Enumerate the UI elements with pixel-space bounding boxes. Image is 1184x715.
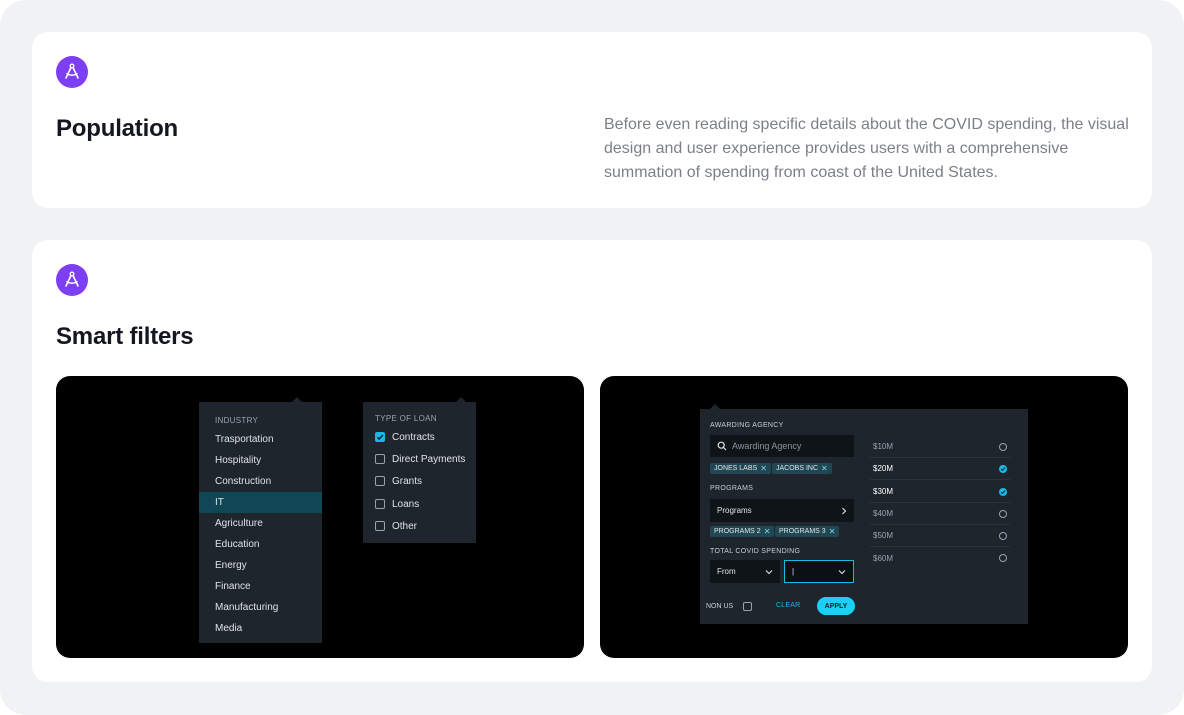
- non-us-toggle[interactable]: NON US: [706, 602, 759, 611]
- description-text: Before even reading specific details abo…: [604, 116, 1129, 181]
- industry-heading: INDUSTRY: [215, 416, 259, 425]
- loan-option-contracts[interactable]: Contracts: [375, 430, 435, 444]
- tag-label: PROGRAMS 3: [779, 528, 826, 535]
- loan-option-grants[interactable]: Grants: [375, 474, 422, 488]
- tag-label: JACOBS INC: [776, 465, 819, 472]
- industry-item-energy[interactable]: Energy: [199, 555, 322, 576]
- amount-option-50m[interactable]: $50M: [870, 525, 1010, 547]
- dropdown-caret: [456, 397, 466, 402]
- agency-label: AWARDING AGENCY: [710, 422, 784, 429]
- loan-option-loans[interactable]: Loans: [375, 497, 419, 511]
- loan-option-direct-payments[interactable]: Direct Payments: [375, 452, 465, 466]
- agency-tag[interactable]: JACOBS INC ✕: [772, 463, 832, 474]
- industry-item-agriculture[interactable]: Agriculture: [199, 513, 322, 534]
- section-title: Smart filters: [56, 323, 194, 350]
- checkbox[interactable]: [375, 499, 385, 509]
- checkbox[interactable]: [375, 476, 385, 486]
- compass-drafting-icon: [56, 56, 88, 88]
- close-icon[interactable]: ✕: [821, 463, 828, 474]
- agency-tag[interactable]: JONES LABS ✕: [710, 463, 771, 474]
- amount-label: $20M: [873, 464, 894, 473]
- industry-loan-preview: INDUSTRY Trasportation Hospitality Const…: [56, 376, 584, 658]
- population-card: Population Before even reading specific …: [32, 32, 1152, 208]
- amount-label: $30M: [873, 487, 894, 496]
- radio[interactable]: [999, 442, 1007, 451]
- amount-option-10m[interactable]: $10M: [870, 436, 1010, 458]
- amount-label: $60M: [873, 553, 894, 563]
- industry-item-construction[interactable]: Construction: [199, 471, 322, 492]
- programs-select[interactable]: Programs: [710, 499, 854, 522]
- industry-item-media[interactable]: Media: [199, 618, 322, 639]
- industry-item-hospitality[interactable]: Hospitality: [199, 450, 322, 471]
- radio-checked[interactable]: [999, 487, 1007, 496]
- loan-option-label: Loans: [392, 498, 420, 510]
- industry-item-finance[interactable]: Finance: [199, 576, 322, 597]
- checkbox[interactable]: [375, 454, 385, 464]
- loan-type-dropdown: TYPE OF LOAN Contracts Direct Payments G…: [363, 397, 476, 543]
- radio[interactable]: [999, 531, 1007, 540]
- to-select[interactable]: |: [784, 560, 854, 583]
- loan-option-label: Direct Payments: [392, 453, 466, 465]
- chevron-right-icon: [842, 507, 847, 514]
- loan-option-other[interactable]: Other: [375, 519, 417, 533]
- dropdown-caret: [710, 404, 720, 409]
- program-tag[interactable]: PROGRAMS 2 ✕: [710, 526, 775, 537]
- advanced-filter-preview: AWARDING AGENCY Awarding Agency JONES LA…: [600, 376, 1128, 658]
- close-icon[interactable]: ✕: [829, 526, 836, 537]
- advanced-filter-dropdown: AWARDING AGENCY Awarding Agency JONES LA…: [700, 404, 1028, 624]
- amount-label: $40M: [873, 509, 894, 518]
- close-icon[interactable]: ✕: [764, 526, 771, 537]
- loan-option-label: Other: [392, 520, 418, 532]
- to-select-value: |: [792, 567, 795, 576]
- search-icon: [717, 441, 727, 451]
- agency-placeholder: Awarding Agency: [732, 441, 802, 451]
- from-select-value: From: [717, 567, 736, 576]
- program-tag[interactable]: PROGRAMS 3 ✕: [775, 526, 840, 537]
- close-icon[interactable]: ✕: [760, 463, 767, 474]
- loan-option-label: Contracts: [392, 431, 435, 443]
- clear-button[interactable]: CLEAR: [776, 602, 800, 609]
- smart-filters-card: Smart filters INDUSTRY Trasportation Hos…: [32, 240, 1152, 682]
- amount-option-20m[interactable]: $20M: [870, 458, 1010, 480]
- industry-item-trasportation[interactable]: Trasportation: [199, 429, 322, 450]
- programs-label: PROGRAMS: [710, 485, 754, 492]
- amount-label: $10M: [873, 442, 894, 451]
- amount-label: $50M: [873, 531, 894, 540]
- industry-item-manufacturing[interactable]: Manufacturing: [199, 597, 322, 618]
- amount-option-40m[interactable]: $40M: [870, 503, 1010, 525]
- radio[interactable]: [999, 554, 1007, 562]
- industry-dropdown: INDUSTRY Trasportation Hospitality Const…: [199, 397, 322, 643]
- radio[interactable]: [999, 509, 1007, 518]
- tag-label: JONES LABS: [714, 465, 758, 472]
- chevron-down-icon: [765, 569, 773, 574]
- chevron-down-icon: [838, 569, 846, 574]
- checkbox-checked[interactable]: [375, 432, 385, 442]
- non-us-label: NON US: [706, 603, 734, 610]
- industry-item-it[interactable]: IT: [199, 492, 322, 513]
- page-background: Population Before even reading specific …: [0, 0, 1184, 715]
- compass-drafting-icon: [56, 264, 88, 296]
- loan-option-label: Grants: [392, 475, 423, 487]
- checkbox[interactable]: [375, 521, 385, 531]
- checkbox[interactable]: [743, 602, 753, 611]
- programs-select-value: Programs: [717, 506, 752, 515]
- agency-search-input[interactable]: Awarding Agency: [710, 435, 854, 457]
- loan-heading: TYPE OF LOAN: [375, 414, 437, 423]
- amount-option-60m[interactable]: $60M: [870, 547, 1010, 569]
- amount-option-30m[interactable]: $30M: [870, 481, 1010, 503]
- from-select[interactable]: From: [710, 560, 780, 583]
- industry-item-education[interactable]: Education: [199, 534, 322, 555]
- page-title: Population: [56, 115, 178, 142]
- tag-label: PROGRAMS 2: [714, 528, 761, 535]
- dropdown-caret: [292, 397, 302, 402]
- radio-checked[interactable]: [999, 464, 1007, 473]
- apply-button[interactable]: APPLY: [817, 597, 855, 615]
- spending-label: TOTAL COVID SPENDING: [710, 548, 801, 555]
